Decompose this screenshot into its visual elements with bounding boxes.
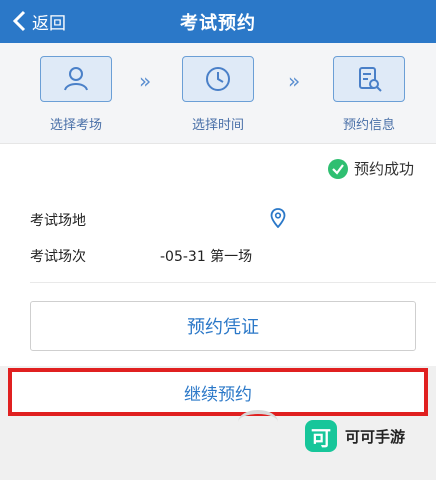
step-box — [333, 56, 405, 102]
step-box — [40, 56, 112, 102]
step-box — [182, 56, 254, 102]
step-select-time[interactable]: 选择时间 — [173, 56, 263, 133]
person-icon — [64, 67, 88, 91]
top-bar: 返回 考试预约 — [0, 0, 436, 43]
step-label: 选择考场 — [49, 118, 102, 133]
booking-voucher-button[interactable]: 预约凭证 — [30, 301, 416, 351]
decorative-arc — [238, 410, 278, 434]
check-circle-icon — [327, 158, 348, 179]
watermark: 可 可可手游 — [305, 420, 405, 452]
step-arrow-icon: » — [288, 69, 300, 93]
step-booking-info[interactable]: 预约信息 — [324, 56, 414, 133]
page-title: 考试预约 — [180, 13, 256, 34]
status-badge: 预约成功 — [327, 158, 414, 179]
continue-booking-button[interactable]: 继续预约 — [8, 368, 428, 416]
status-row: 预约成功 — [0, 143, 436, 192]
divider — [30, 282, 436, 283]
step-label: 预约信息 — [342, 118, 395, 133]
session-label: 考试场次 — [30, 249, 86, 265]
clock-icon — [206, 67, 230, 91]
document-search-icon — [359, 67, 382, 92]
venue-label: 考试场地 — [30, 213, 86, 229]
step-select-venue[interactable]: 选择考场 — [31, 56, 121, 133]
step-arrow-icon: » — [139, 69, 151, 93]
booking-info: 考试场地 考试场次 -05-31 第一场 — [0, 190, 436, 286]
session-value: -05-31 第一场 — [160, 249, 253, 265]
location-pin-icon[interactable] — [270, 208, 286, 228]
watermark-logo-icon: 可 — [305, 420, 337, 452]
step-label: 选择时间 — [191, 118, 244, 133]
status-label: 预约成功 — [353, 160, 414, 178]
watermark-text: 可可手游 — [345, 427, 406, 446]
step-indicator: 选择考场 » 选择时间 » 预约信息 — [0, 43, 436, 143]
